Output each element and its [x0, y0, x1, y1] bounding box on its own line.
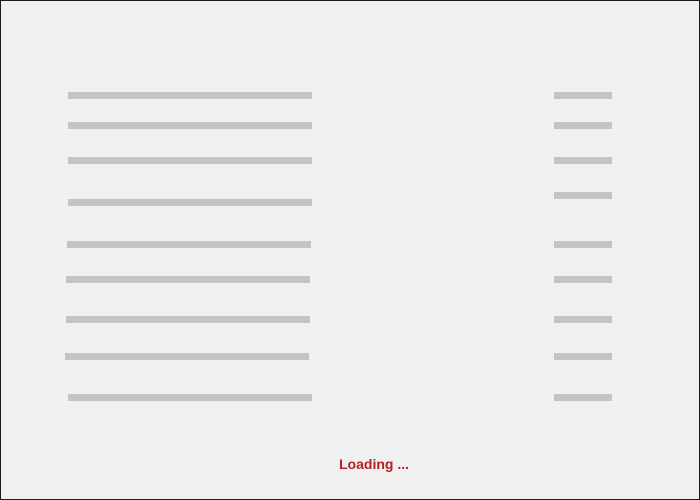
loading-status-text: Loading ... [339, 456, 409, 472]
skeleton-value-line [554, 316, 612, 323]
skeleton-label-line [68, 199, 312, 206]
skeleton-label-line [67, 241, 311, 248]
skeleton-label-line [68, 122, 312, 129]
skeleton-label-line [68, 92, 312, 99]
skeleton-label-line [68, 394, 312, 401]
skeleton-value-line [554, 353, 612, 360]
skeleton-label-line [68, 157, 312, 164]
skeleton-label-line [66, 276, 310, 283]
skeleton-label-line [66, 316, 310, 323]
skeleton-label-line [65, 353, 309, 360]
skeleton-value-line [554, 92, 612, 99]
skeleton-value-line [554, 394, 612, 401]
skeleton-value-line [554, 122, 612, 129]
loading-screen: Loading ... [0, 0, 700, 500]
skeleton-value-line [554, 276, 612, 283]
skeleton-value-line [554, 157, 612, 164]
skeleton-value-line [554, 192, 612, 199]
skeleton-value-line [554, 241, 612, 248]
